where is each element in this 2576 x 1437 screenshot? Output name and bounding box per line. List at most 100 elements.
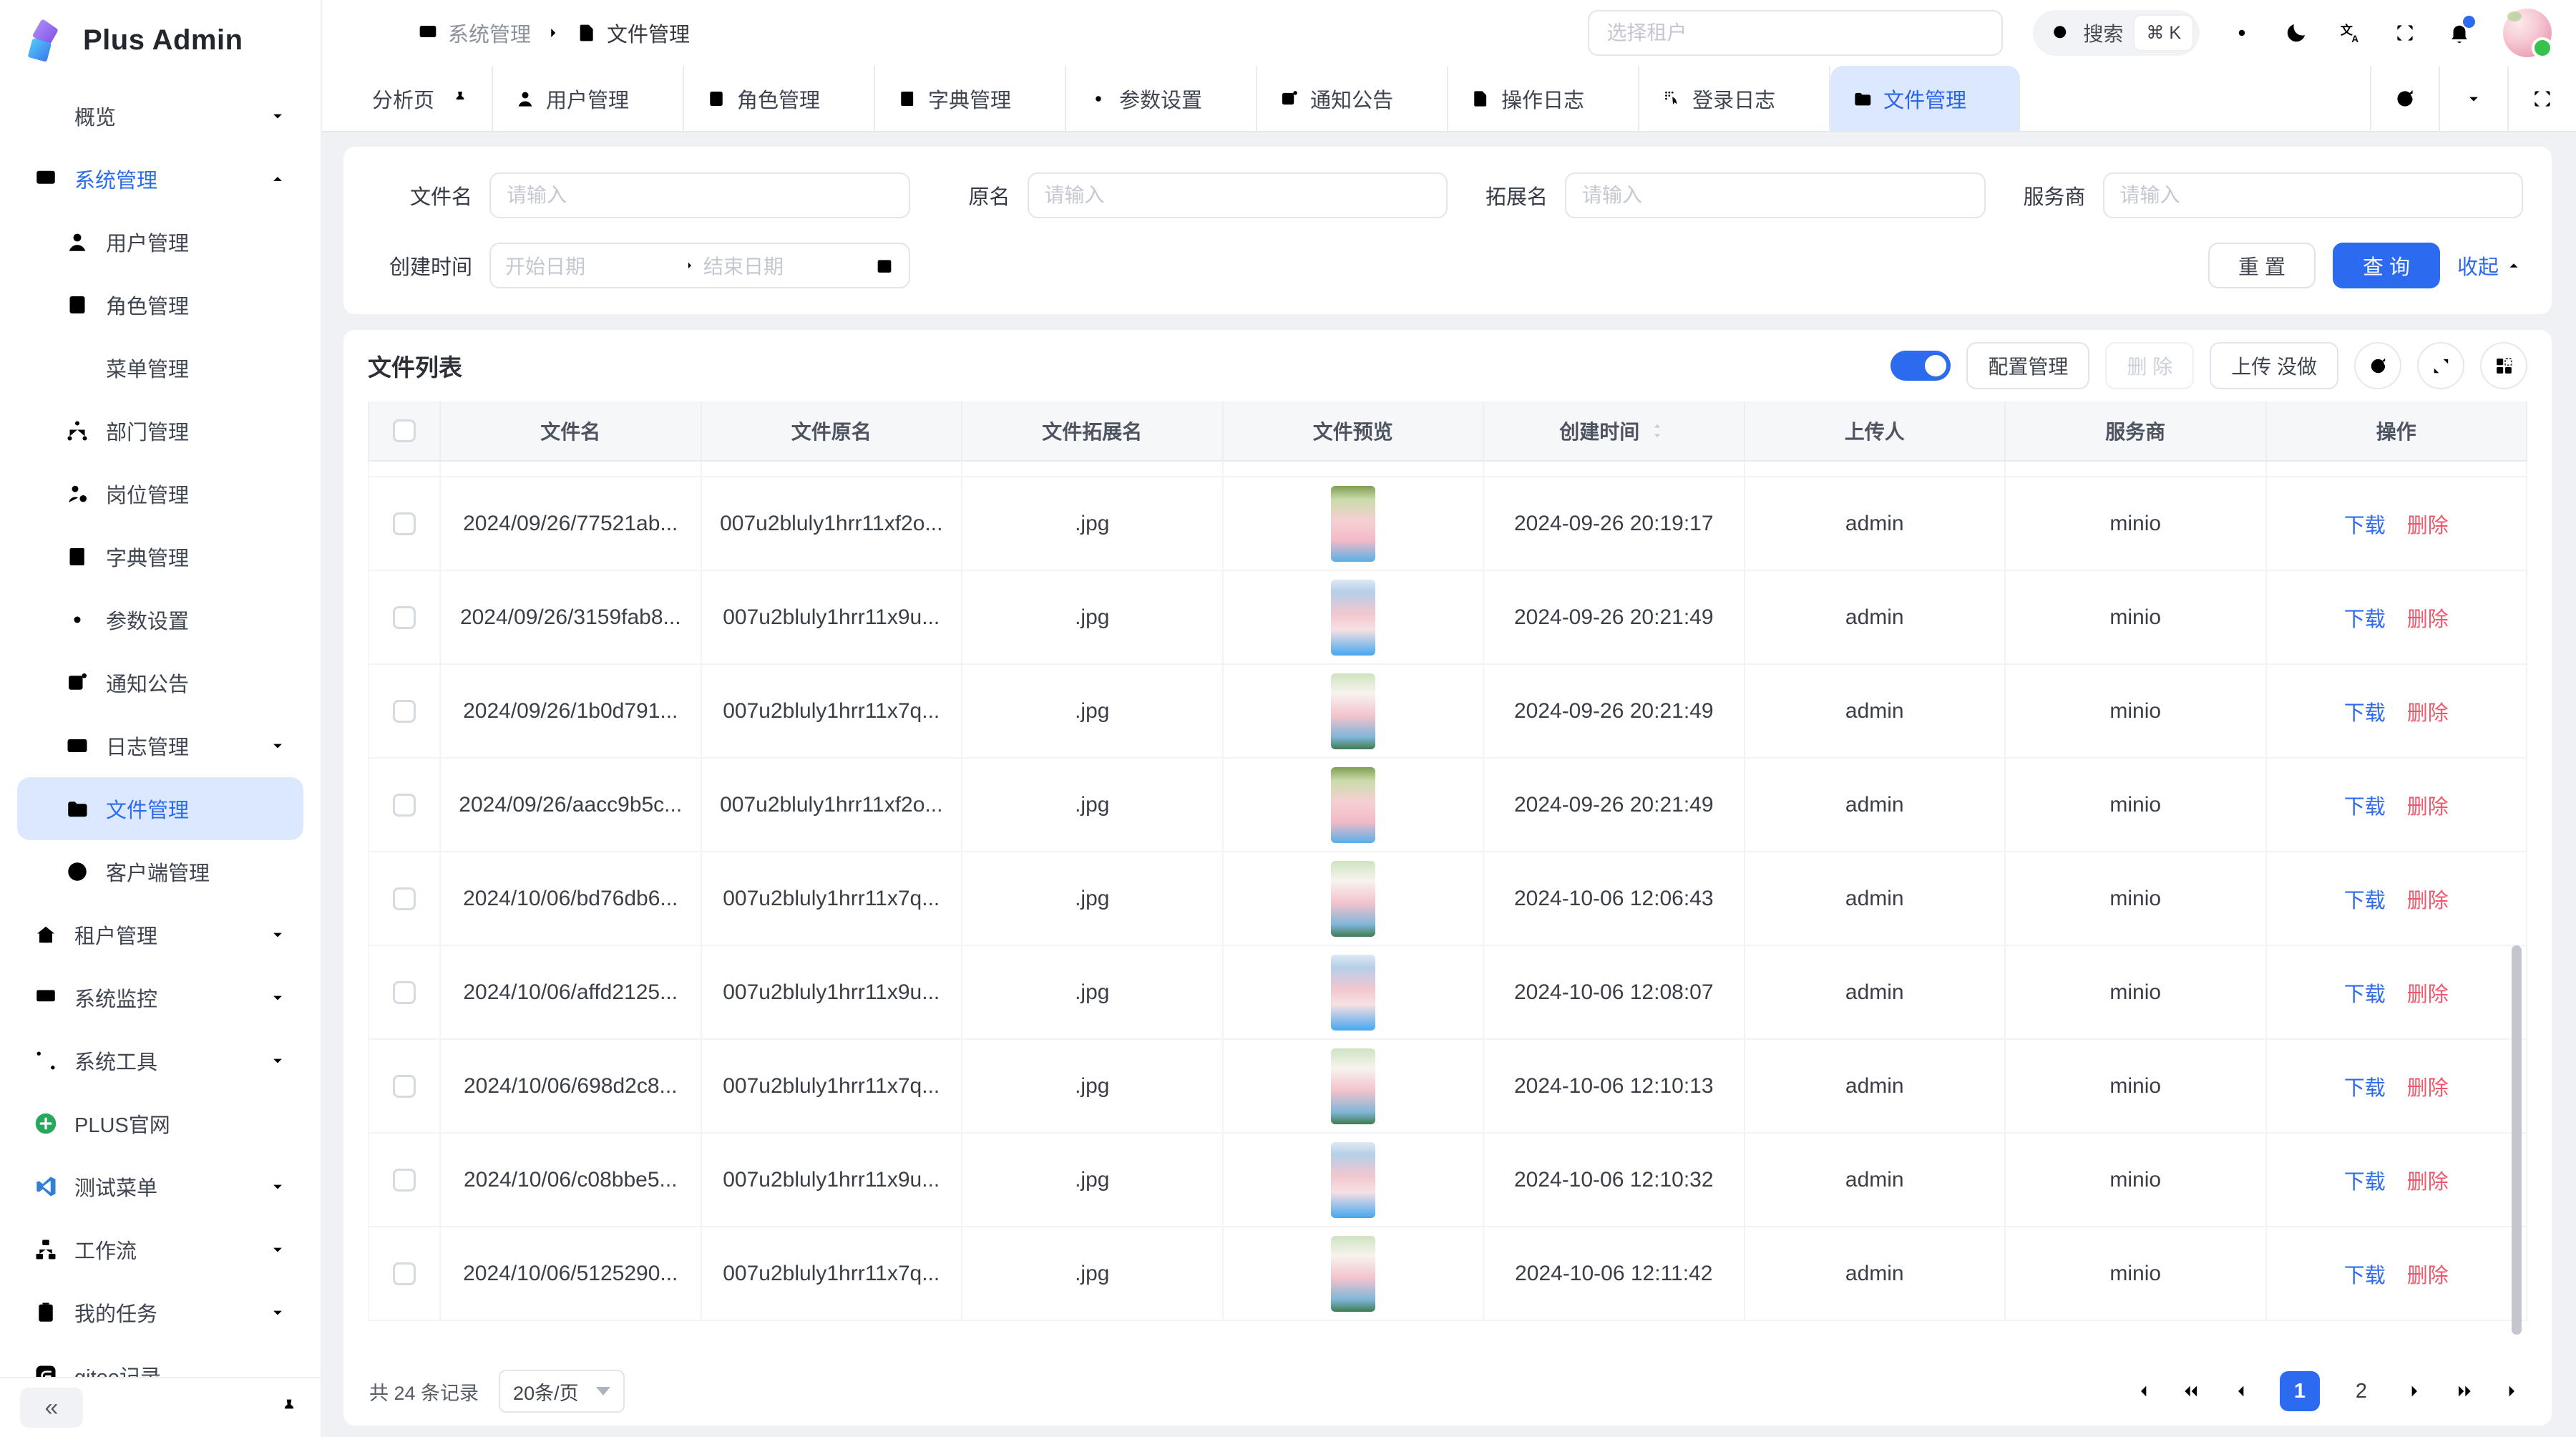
row-checkbox[interactable] bbox=[393, 1169, 416, 1192]
delete-link[interactable]: 删除 bbox=[2407, 1165, 2449, 1195]
date-range-input[interactable]: 开始日期 结束日期 bbox=[489, 243, 910, 288]
language-icon[interactable] bbox=[2338, 21, 2363, 45]
table-fullscreen-button[interactable] bbox=[2417, 342, 2464, 389]
collapse-filters-link[interactable]: 收起 bbox=[2457, 250, 2523, 281]
delete-link[interactable]: 删除 bbox=[2407, 603, 2449, 633]
last-page-button[interactable] bbox=[2503, 1380, 2526, 1403]
delete-link[interactable]: 删除 bbox=[2407, 1071, 2449, 1101]
config-mgmt-button[interactable]: 配置管理 bbox=[1966, 342, 2089, 389]
avatar[interactable] bbox=[2503, 9, 2552, 57]
page-2-button[interactable]: 2 bbox=[2347, 1380, 2376, 1403]
sidebar-item-workflow[interactable]: 工作流 bbox=[17, 1218, 303, 1281]
sidebar-item-log-mgmt[interactable]: 日志管理 bbox=[17, 714, 303, 777]
tab-param-settings[interactable]: 参数设置 bbox=[1066, 66, 1257, 131]
table-refresh-button[interactable] bbox=[2354, 342, 2401, 389]
reset-button[interactable]: 重 置 bbox=[2208, 243, 2316, 288]
sidebar-item-test-menu[interactable]: 测试菜单 bbox=[17, 1155, 303, 1218]
next-page-button[interactable] bbox=[2403, 1380, 2426, 1403]
sidebar-item-tenant-mgmt[interactable]: 租户管理 bbox=[17, 903, 303, 966]
sidebar-item-notice[interactable]: 通知公告 bbox=[17, 651, 303, 714]
row-checkbox[interactable] bbox=[393, 512, 416, 535]
breadcrumb-system-mgmt[interactable]: 系统管理 bbox=[416, 18, 531, 48]
page-1-button[interactable]: 1 bbox=[2280, 1371, 2320, 1411]
sidebar-collapse-button[interactable]: « bbox=[20, 1388, 83, 1428]
tab-user-mgmt[interactable]: 用户管理 bbox=[493, 66, 684, 131]
close-icon[interactable] bbox=[834, 89, 852, 107]
sidebar-item-overview[interactable]: 概览 bbox=[17, 84, 303, 147]
tabbar-fullscreen-button[interactable] bbox=[2507, 66, 2576, 131]
preview-image[interactable] bbox=[1331, 580, 1375, 656]
preview-image[interactable] bbox=[1331, 1048, 1375, 1124]
close-icon[interactable] bbox=[1790, 89, 1807, 107]
preview-image[interactable] bbox=[1331, 673, 1375, 749]
prev-page-button[interactable] bbox=[2230, 1380, 2253, 1403]
dark-mode-icon[interactable] bbox=[2284, 21, 2308, 45]
prev-jump-button[interactable] bbox=[2180, 1380, 2202, 1403]
sidebar-item-system-monitor[interactable]: 系统监控 bbox=[17, 966, 303, 1029]
close-icon[interactable] bbox=[1599, 89, 1616, 107]
tabbar-more-button[interactable] bbox=[2439, 66, 2507, 131]
ext-name-input[interactable] bbox=[1582, 184, 1968, 207]
sidebar-item-system-tools[interactable]: 系统工具 bbox=[17, 1029, 303, 1092]
sidebar-item-post-mgmt[interactable]: 岗位管理 bbox=[17, 462, 303, 525]
preview-image[interactable] bbox=[1331, 1142, 1375, 1218]
sidebar-item-plus-site[interactable]: PLUS官网 bbox=[17, 1092, 303, 1155]
tab-op-log[interactable]: 操作日志 bbox=[1448, 66, 1639, 131]
row-checkbox[interactable] bbox=[393, 887, 416, 910]
gear-icon[interactable] bbox=[2230, 21, 2254, 45]
sidebar-item-file-mgmt[interactable]: 文件管理 bbox=[17, 777, 303, 840]
close-icon[interactable] bbox=[1025, 89, 1043, 107]
download-link[interactable]: 下载 bbox=[2344, 978, 2386, 1008]
sidebar-item-role-mgmt[interactable]: 角色管理 bbox=[17, 273, 303, 336]
preview-image[interactable] bbox=[1331, 486, 1375, 562]
origin-name-input[interactable] bbox=[1045, 184, 1431, 207]
delete-link[interactable]: 删除 bbox=[2407, 978, 2449, 1008]
fullscreen-icon[interactable] bbox=[2393, 21, 2417, 45]
config-toggle[interactable] bbox=[1890, 351, 1951, 381]
table-scrollbar[interactable] bbox=[2512, 945, 2522, 1335]
row-checkbox[interactable] bbox=[393, 1075, 416, 1098]
close-icon[interactable] bbox=[1216, 89, 1234, 107]
pin-icon[interactable] bbox=[450, 89, 470, 109]
sidebar-item-menu-mgmt[interactable]: 菜单管理 bbox=[17, 336, 303, 399]
tab-login-log[interactable]: 登录日志 bbox=[1639, 66, 1830, 131]
tenant-select[interactable] bbox=[1588, 10, 2003, 56]
delete-link[interactable]: 删除 bbox=[2407, 1259, 2449, 1289]
delete-button[interactable]: 删 除 bbox=[2105, 342, 2194, 389]
hamburger-icon[interactable] bbox=[351, 20, 376, 46]
close-icon[interactable] bbox=[643, 89, 661, 107]
download-link[interactable]: 下载 bbox=[2344, 1259, 2386, 1289]
upload-button[interactable]: 上传 没做 bbox=[2210, 342, 2338, 389]
tab-analysis[interactable]: 分析页 bbox=[351, 66, 493, 131]
sort-icon[interactable] bbox=[1646, 420, 1668, 442]
breadcrumb-file-mgmt[interactable]: 文件管理 bbox=[575, 18, 690, 48]
download-link[interactable]: 下载 bbox=[2344, 1165, 2386, 1195]
global-search[interactable]: 搜索 ⌘ K bbox=[2033, 10, 2200, 56]
download-link[interactable]: 下载 bbox=[2344, 603, 2386, 633]
preview-image[interactable] bbox=[1331, 1236, 1375, 1312]
search-button[interactable]: 查 询 bbox=[2333, 243, 2440, 288]
row-checkbox[interactable] bbox=[393, 794, 416, 817]
delete-link[interactable]: 删除 bbox=[2407, 790, 2449, 820]
sidebar-item-dict-mgmt[interactable]: 字典管理 bbox=[17, 525, 303, 588]
row-checkbox[interactable] bbox=[393, 606, 416, 629]
preview-image[interactable] bbox=[1331, 955, 1375, 1031]
tab-file-mgmt[interactable]: 文件管理 bbox=[1830, 66, 2020, 131]
tabbar-refresh-button[interactable] bbox=[2370, 66, 2439, 131]
download-link[interactable]: 下载 bbox=[2344, 790, 2386, 820]
page-size-select[interactable]: 20条/页 bbox=[499, 1370, 625, 1413]
preview-image[interactable] bbox=[1331, 861, 1375, 937]
first-page-button[interactable] bbox=[2129, 1380, 2152, 1403]
tab-notice[interactable]: 通知公告 bbox=[1257, 66, 1448, 131]
row-checkbox[interactable] bbox=[393, 1262, 416, 1285]
file-name-input[interactable] bbox=[507, 184, 893, 207]
tab-dict-mgmt[interactable]: 字典管理 bbox=[875, 66, 1066, 131]
row-checkbox[interactable] bbox=[393, 700, 416, 723]
preview-image[interactable] bbox=[1331, 767, 1375, 843]
row-checkbox[interactable] bbox=[393, 981, 416, 1004]
download-link[interactable]: 下载 bbox=[2344, 884, 2386, 914]
close-icon[interactable] bbox=[1981, 89, 1999, 107]
close-icon[interactable] bbox=[1407, 89, 1425, 107]
delete-link[interactable]: 删除 bbox=[2407, 696, 2449, 726]
sidebar-item-param-settings[interactable]: 参数设置 bbox=[17, 588, 303, 651]
